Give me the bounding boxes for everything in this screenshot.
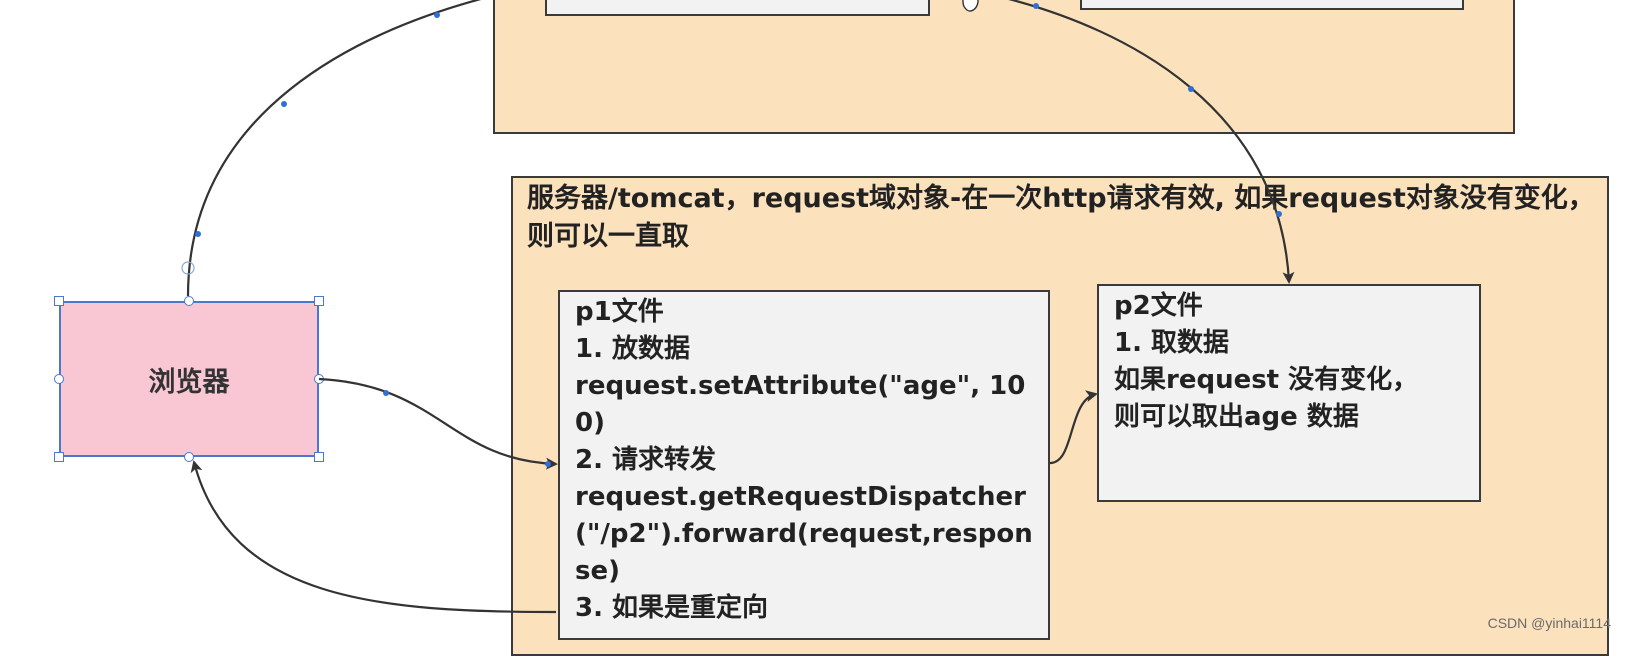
connector-redirect-to-browser[interactable] bbox=[190, 460, 557, 614]
p2-title: p2文件 bbox=[1114, 291, 1203, 321]
server-panel-title: 服务器/tomcat，request域对象-在一次http请求有效, 如果req… bbox=[527, 183, 1595, 252]
connector-waypoint bbox=[181, 261, 195, 275]
top-server-panel[interactable] bbox=[493, 0, 1515, 134]
resize-handle-top-right[interactable] bbox=[314, 296, 324, 306]
p2-step-1: 1. 取数据 bbox=[1114, 328, 1230, 358]
connector-waypoint bbox=[195, 231, 201, 237]
resize-handle-bottom-right[interactable] bbox=[314, 452, 324, 462]
p1-set-attribute: request.setAttribute("age", 100) bbox=[575, 371, 1026, 438]
hand-cursor-icon bbox=[962, 0, 979, 12]
p1-step-1: 1. 放数据 bbox=[575, 334, 691, 364]
browser-label: 浏览器 bbox=[148, 366, 230, 398]
top-file-box-left[interactable] bbox=[545, 0, 930, 16]
resize-handle-bottom-left[interactable] bbox=[54, 452, 64, 462]
connection-point-right[interactable] bbox=[314, 374, 324, 384]
p1-title: p1文件 bbox=[575, 297, 664, 327]
connector-waypoint bbox=[434, 12, 440, 18]
p2-file-box[interactable]: p2文件 1. 取数据 如果request 没有变化， 则可以取出age 数据 bbox=[1097, 284, 1481, 502]
p1-step-2: 2. 请求转发 bbox=[575, 445, 717, 475]
browser-box[interactable]: 浏览器 bbox=[59, 301, 319, 457]
connector-waypoint bbox=[281, 101, 287, 107]
p2-result: 则可以取出age 数据 bbox=[1114, 402, 1359, 432]
p1-forward-call: request.getRequestDispatcher("/p2").forw… bbox=[575, 482, 1033, 586]
top-file-box-right[interactable] bbox=[1080, 0, 1464, 10]
p1-step-3: 3. 如果是重定向 bbox=[575, 593, 769, 623]
connector-browser-to-top-panel[interactable] bbox=[186, 0, 492, 297]
connection-point-bottom[interactable] bbox=[184, 452, 194, 462]
p2-condition: 如果request 没有变化， bbox=[1114, 365, 1419, 395]
connection-point-top[interactable] bbox=[184, 296, 194, 306]
connection-point-left[interactable] bbox=[54, 374, 64, 384]
p1-file-box[interactable]: p1文件 1. 放数据 request.setAttribute("age", … bbox=[558, 290, 1050, 640]
watermark: CSDN @yinhai1114 bbox=[1487, 615, 1611, 631]
resize-handle-top-left[interactable] bbox=[54, 296, 64, 306]
connector-waypoint bbox=[383, 390, 389, 396]
